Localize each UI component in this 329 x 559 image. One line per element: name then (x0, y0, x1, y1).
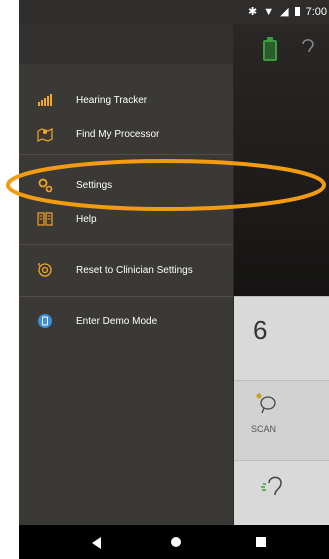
bar-chart-icon (37, 92, 53, 108)
menu-item-label: Enter Demo Mode (76, 315, 158, 327)
scan-panel[interactable]: SCAN (233, 380, 329, 460)
signal-icon: ◢ (280, 6, 289, 18)
app-top-area (233, 24, 329, 296)
scan-icon (256, 393, 276, 414)
navigation-drawer: Hearing Tracker Find My Processor Settin… (19, 24, 234, 525)
processor-battery-icon (263, 37, 277, 61)
main-app-screen: 6 SCAN (233, 24, 329, 526)
menu-item-hearing-tracker[interactable]: Hearing Tracker (19, 83, 233, 117)
back-icon[interactable] (92, 537, 101, 549)
phone-screen: ✱ ▼ ◢ 7:00 6 SCAN Hearing Tracker Find M… (19, 0, 329, 559)
menu-item-help[interactable]: Help (19, 202, 233, 236)
menu-item-settings[interactable]: Settings (19, 168, 233, 202)
menu-item-label: Settings (76, 179, 113, 191)
battery-icon (294, 7, 300, 16)
drawer-header (19, 24, 233, 64)
menu-item-find-my-processor[interactable]: Find My Processor (19, 117, 233, 151)
home-icon[interactable] (171, 537, 181, 547)
menu-item-label: Hearing Tracker (76, 94, 148, 106)
scan-label: SCAN (251, 424, 277, 434)
divider (19, 154, 233, 155)
book-icon (37, 211, 53, 227)
status-bar: ✱ ▼ ◢ 7:00 (19, 0, 329, 24)
program-number: 6 (253, 315, 268, 345)
menu-item-label: Find My Processor (76, 128, 160, 140)
reset-icon (37, 262, 53, 278)
gears-icon (37, 177, 53, 193)
wifi-icon: ▼ (263, 5, 275, 18)
ear-outline-icon (299, 36, 317, 56)
status-time: 7:00 (305, 5, 327, 18)
menu-item-label: Reset to Clinician Settings (76, 264, 193, 276)
menu-item-label: Help (76, 213, 97, 225)
demo-icon (37, 313, 53, 329)
bluetooth-icon: ✱ (248, 6, 258, 18)
android-nav-bar (19, 525, 329, 559)
divider (19, 296, 233, 297)
divider (19, 244, 233, 245)
menu-item-enter-demo-mode[interactable]: Enter Demo Mode (19, 304, 233, 338)
map-icon (37, 126, 53, 142)
menu-item-reset-clinician-settings[interactable]: Reset to Clinician Settings (19, 253, 233, 287)
ear-icon (261, 476, 282, 496)
program-panel[interactable]: 6 (233, 296, 329, 380)
recent-apps-icon[interactable] (256, 537, 266, 547)
hearing-panel[interactable] (233, 460, 329, 526)
